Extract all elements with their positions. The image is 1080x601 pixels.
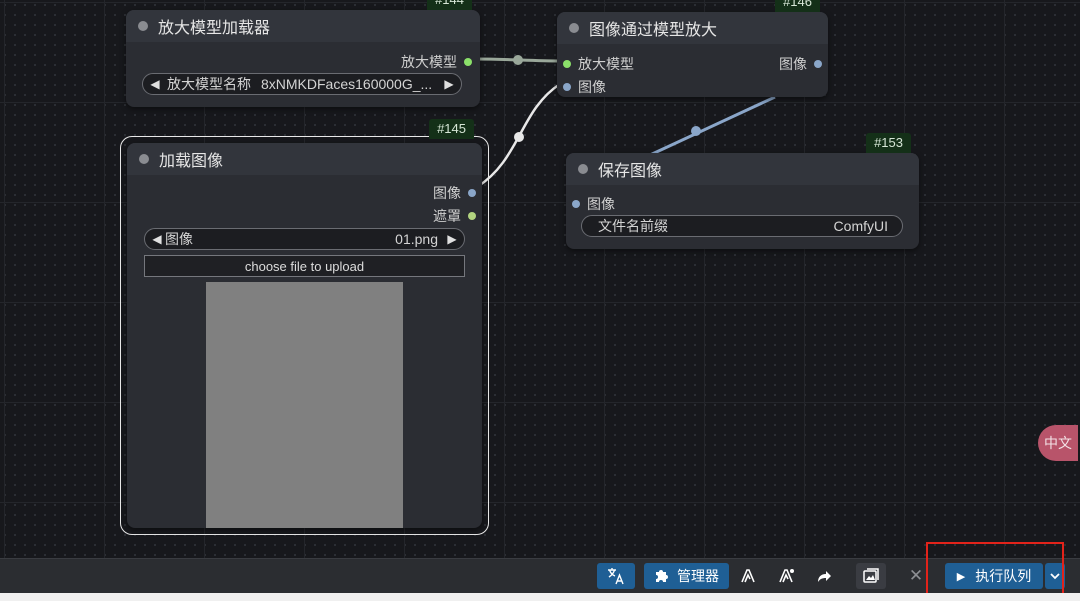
image-preview — [206, 282, 403, 528]
slot-label: 图像 — [433, 185, 461, 201]
upload-button[interactable]: choose file to upload — [144, 255, 465, 277]
output-slot-image[interactable]: 图像 — [779, 54, 822, 74]
manager-button[interactable]: 管理器 — [644, 563, 729, 589]
arrow-right-icon[interactable]: ▶ — [443, 77, 455, 91]
node-title: 加载图像 — [159, 153, 224, 170]
node-id-badge: #146 — [775, 0, 820, 12]
collapse-dot-icon[interactable] — [569, 23, 579, 33]
collapse-dot-icon[interactable] — [138, 21, 148, 31]
widget-value: 8xNMKDFaces160000G_... — [261, 76, 433, 92]
widget-label: 放大模型名称 — [167, 76, 251, 92]
graph-canvas[interactable]: #144 放大模型加载器 放大模型 ◀ 放大模型名称 8xNMKDFaces16… — [0, 0, 1080, 558]
node-id-badge: #144 — [427, 0, 472, 10]
node-id-badge: #153 — [866, 133, 911, 153]
node-title: 保存图像 — [598, 163, 663, 180]
output-dot-icon[interactable] — [468, 189, 476, 197]
node-save-image[interactable]: #153 保存图像 图像 文件名前缀 ComfyUI — [566, 133, 919, 249]
link-image-out-midpoint — [691, 126, 701, 136]
preview-photo — [206, 282, 403, 528]
puzzle-icon — [656, 570, 668, 582]
output-dot-icon[interactable] — [464, 58, 472, 66]
slot-label: 遮罩 — [433, 208, 461, 224]
workflow-button-a[interactable] — [738, 563, 760, 589]
output-slot-mask[interactable]: 遮罩 — [433, 206, 476, 226]
arrow-right-icon[interactable]: ▶ — [446, 232, 458, 246]
output-dot-icon[interactable] — [814, 60, 822, 68]
share-button[interactable] — [814, 563, 836, 589]
link-model-midpoint — [513, 55, 523, 65]
input-dot-icon[interactable] — [572, 200, 580, 208]
node-id-badge: #145 — [429, 119, 474, 139]
translate-button[interactable] — [597, 563, 635, 589]
input-slot-upscale-model[interactable]: 放大模型 — [563, 54, 634, 74]
slot-label: 放大模型 — [578, 56, 634, 72]
arrow-left-icon[interactable]: ◀ — [151, 232, 163, 246]
workflow-button-b[interactable] — [776, 563, 798, 589]
manager-label: 管理器 — [677, 568, 719, 584]
image-combo[interactable]: ◀ 图像 01.png ▶ — [144, 228, 465, 250]
node-load-image[interactable]: #145 加载图像 图像 遮罩 ◀ 图像 01.png ▶ choose fil… — [127, 119, 482, 528]
slot-label: 图像 — [578, 79, 606, 95]
output-slot-upscale-model[interactable]: 放大模型 — [401, 52, 472, 72]
input-dot-icon[interactable] — [563, 60, 571, 68]
slot-label: 图像 — [779, 56, 807, 72]
node-upscale-model-loader[interactable]: #144 放大模型加载器 放大模型 ◀ 放大模型名称 8xNMKDFaces16… — [126, 0, 480, 107]
node-title: 放大模型加载器 — [158, 20, 271, 37]
node-title-bar[interactable]: 图像通过模型放大 — [557, 12, 828, 44]
input-dot-icon[interactable] — [563, 83, 571, 91]
link-image-out — [649, 95, 776, 157]
input-slot-image[interactable]: 图像 — [563, 77, 606, 97]
collapse-dot-icon[interactable] — [578, 164, 588, 174]
image-gallery-icon — [863, 568, 879, 583]
model-name-combo[interactable]: ◀ 放大模型名称 8xNMKDFaces160000G_... ▶ — [142, 73, 462, 95]
slot-label: 图像 — [587, 196, 615, 212]
gallery-button[interactable] — [856, 563, 886, 589]
node-title-bar[interactable]: 保存图像 — [566, 153, 919, 185]
filename-prefix-field[interactable]: 文件名前缀 ComfyUI — [581, 215, 903, 237]
language-toggle-button[interactable]: 中文 — [1038, 425, 1078, 461]
output-dot-icon[interactable] — [468, 212, 476, 220]
input-slot-image[interactable]: 图像 — [572, 194, 615, 214]
widget-value: ComfyUI — [833, 218, 888, 234]
bottom-toolbar: 管理器 ✕ ▶ 执行队列 — [0, 558, 1080, 594]
annotation-highlight-box — [926, 542, 1064, 597]
workflow-icon — [741, 569, 755, 583]
window-footer — [0, 593, 1080, 601]
widget-label: 图像 — [165, 231, 193, 247]
node-image-upscale-with-model[interactable]: #146 图像通过模型放大 放大模型 图像 图像 — [557, 0, 828, 97]
node-title: 图像通过模型放大 — [589, 22, 718, 39]
arrow-left-icon[interactable]: ◀ — [149, 77, 161, 91]
output-slot-image[interactable]: 图像 — [433, 183, 476, 203]
slot-label: 放大模型 — [401, 54, 457, 70]
translate-icon — [608, 568, 624, 585]
node-title-bar[interactable]: 加载图像 — [127, 143, 482, 175]
widget-value: 01.png — [395, 231, 438, 247]
widget-label: 文件名前缀 — [598, 218, 668, 234]
node-title-bar[interactable]: 放大模型加载器 — [126, 10, 480, 42]
share-arrow-icon — [818, 571, 831, 582]
workflow-share-icon — [779, 569, 794, 583]
link-image-in-midpoint — [514, 132, 524, 142]
close-button[interactable]: ✕ — [905, 563, 927, 589]
collapse-dot-icon[interactable] — [139, 154, 149, 164]
